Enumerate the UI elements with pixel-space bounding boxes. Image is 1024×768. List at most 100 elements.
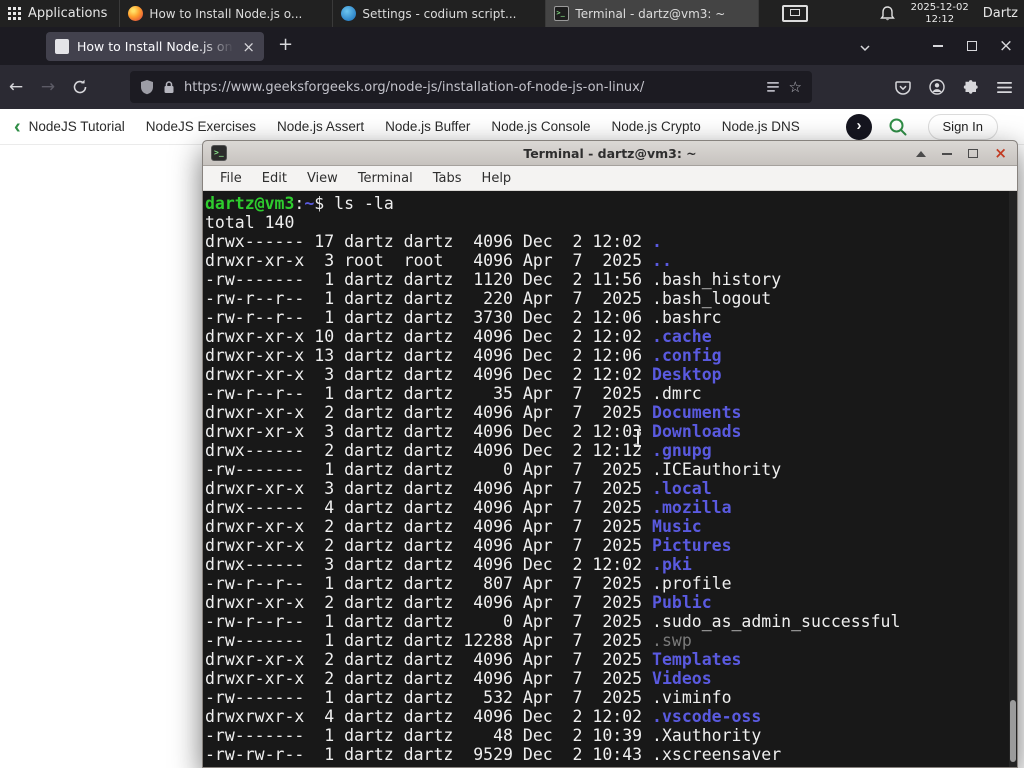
file-meta: -rw-rw-r-- 1 dartz dartz 9529 Dec 2 10:4… (205, 745, 653, 764)
terminal-menu-item[interactable]: Help (472, 171, 522, 186)
new-tab-button[interactable]: + (278, 34, 293, 55)
window-maximize-button[interactable] (958, 27, 986, 65)
terminal-window-controls: × (916, 141, 1007, 166)
file-name: Pictures (652, 536, 732, 555)
nav-scroll-left-icon[interactable]: ‹ (14, 117, 21, 137)
browser-tab[interactable]: How to Install Node.js on... × (46, 32, 264, 61)
back-button[interactable]: ← (0, 77, 32, 97)
file-name: .bashrc (652, 308, 722, 327)
terminal-menu-item[interactable]: Terminal (348, 171, 423, 186)
file-row: drwx------ 2 dartz dartz 4096 Dec 2 12:1… (205, 441, 1017, 460)
tab-close-icon[interactable]: × (242, 38, 255, 56)
terminal-output[interactable]: dartz@vm3:~$ ls -la total 140 drwx------… (203, 191, 1017, 767)
menu-hamburger-icon[interactable] (997, 81, 1012, 94)
file-row: -rw------- 1 dartz dartz 1120 Dec 2 11:5… (205, 270, 1017, 289)
window-minimize-button[interactable] (924, 27, 952, 65)
file-meta: drwxr-xr-x 13 dartz dartz 4096 Dec 2 12:… (205, 346, 653, 365)
site-nav-link[interactable]: Node.js Console (491, 119, 590, 134)
terminal-shade-button[interactable] (916, 150, 927, 157)
site-nav-link[interactable]: Node.js Assert (277, 119, 364, 134)
file-name: Music (652, 517, 702, 536)
file-name: .pki (652, 555, 692, 574)
notification-bell-icon[interactable] (879, 5, 895, 22)
file-name: Downloads (652, 422, 742, 441)
taskbar-button[interactable]: How to Install Node.js o... (120, 0, 334, 27)
site-nav-link[interactable]: Node.js DNS (722, 119, 800, 134)
file-meta: -rw-r--r-- 1 dartz dartz 220 Apr 7 2025 (205, 289, 653, 308)
file-meta: -rw-r--r-- 1 dartz dartz 35 Apr 7 2025 (205, 384, 653, 403)
reader-view-icon[interactable] (766, 80, 780, 94)
nav-scroll-right-button[interactable]: › (846, 114, 872, 140)
file-row: drwxr-xr-x 3 dartz dartz 4096 Apr 7 2025… (205, 479, 1017, 498)
file-name: Desktop (652, 365, 722, 384)
list-all-tabs-icon[interactable] (858, 40, 872, 59)
terminal-app-icon: >_ (211, 145, 227, 161)
taskbar-button[interactable]: Terminal - dartz@vm3: ~ (546, 0, 760, 27)
file-row: drwxr-xr-x 13 dartz dartz 4096 Dec 2 12:… (205, 346, 1017, 365)
applications-menu-button[interactable]: Applications (0, 0, 119, 27)
file-meta: -rw------- 1 dartz dartz 48 Dec 2 10:39 (205, 726, 653, 745)
site-nav-link[interactable]: Node.js Crypto (611, 119, 700, 134)
terminal-close-button[interactable]: × (994, 146, 1007, 161)
file-row: drwx------ 17 dartz dartz 4096 Dec 2 12:… (205, 232, 1017, 251)
applications-grid-icon (8, 7, 21, 20)
url-text[interactable]: https://www.geeksforgeeks.org/node-js/in… (184, 80, 757, 95)
command-text: $ ls -la (314, 194, 394, 213)
site-nav-link[interactable]: Node.js Buffer (385, 119, 470, 134)
terminal-scrollbar[interactable] (1009, 191, 1017, 767)
workspace-pager-icon[interactable] (781, 5, 808, 22)
search-icon[interactable] (888, 117, 908, 142)
file-meta: drwxr-xr-x 3 dartz dartz 4096 Dec 2 12:0… (205, 422, 653, 441)
terminal-titlebar[interactable]: >_ Terminal - dartz@vm3: ~ × (203, 141, 1017, 166)
lock-icon[interactable] (163, 80, 175, 94)
scrollbar-thumb[interactable] (1010, 700, 1016, 762)
terminal-maximize-button[interactable] (968, 149, 979, 158)
sign-in-button[interactable]: Sign In (927, 114, 998, 140)
file-name: . (652, 232, 662, 251)
site-nav-links: NodeJS Tutorial NodeJS Exercises Node.js A… (29, 119, 821, 134)
tracking-shield-icon[interactable] (140, 79, 154, 95)
terminal-prompt-line: dartz@vm3:~$ ls -la (205, 194, 394, 213)
file-name: Public (652, 593, 712, 612)
file-meta: drwxr-xr-x 3 dartz dartz 4096 Apr 7 2025 (205, 479, 653, 498)
file-name: .sudo_as_admin_successful (652, 612, 901, 631)
file-name: .bash_logout (652, 289, 772, 308)
terminal-menu-item[interactable]: View (297, 171, 348, 186)
navigation-toolbar: ← → https://www.geeksforgeeks.org/node-j… (0, 65, 1024, 109)
file-meta: drwxr-xr-x 2 dartz dartz 4096 Apr 7 2025 (205, 593, 653, 612)
url-bar[interactable]: https://www.geeksforgeeks.org/node-js/in… (130, 71, 812, 103)
terminal-menu-item[interactable]: Edit (252, 171, 297, 186)
tab-favicon (55, 39, 69, 54)
file-meta: -rw------- 1 dartz dartz 532 Apr 7 2025 (205, 688, 653, 707)
bookmark-star-icon[interactable]: ☆ (789, 78, 802, 96)
file-name: .mozilla (652, 498, 732, 517)
file-row: -rw------- 1 dartz dartz 48 Dec 2 10:39 … (205, 726, 1017, 745)
taskbar-window-icon (554, 6, 570, 21)
window-taskbar: How to Install Node.js o... Settings - c… (119, 0, 760, 27)
site-nav-link[interactable]: NodeJS Tutorial (29, 119, 125, 134)
terminal-minimize-button[interactable] (942, 152, 953, 155)
extensions-puzzle-icon[interactable] (963, 79, 979, 95)
terminal-menu-item[interactable]: File (210, 171, 252, 186)
file-meta: -rw------- 1 dartz dartz 0 Apr 7 2025 (205, 460, 653, 479)
account-icon[interactable] (929, 79, 945, 95)
file-meta: drwxr-xr-x 2 dartz dartz 4096 Apr 7 2025 (205, 536, 653, 555)
user-menu[interactable]: Dartz (983, 6, 1018, 21)
file-name: .vscode-oss (652, 707, 762, 726)
site-nav-link[interactable]: NodeJS Exercises (146, 119, 256, 134)
terminal-menu-item[interactable]: Tabs (423, 171, 472, 186)
terminal-menubar: File Edit View Terminal Tabs Help (203, 166, 1017, 191)
file-row: drwxr-xr-x 2 dartz dartz 4096 Apr 7 2025… (205, 517, 1017, 536)
pocket-icon[interactable] (895, 80, 911, 95)
file-row: -rw-rw-r-- 1 dartz dartz 9529 Dec 2 10:4… (205, 745, 1017, 764)
forward-button[interactable]: → (32, 77, 64, 97)
panel-clock[interactable]: 2025-12-02 12:12 (911, 2, 969, 26)
file-name: .local (652, 479, 712, 498)
reload-button[interactable] (64, 79, 96, 95)
file-meta: drwx------ 2 dartz dartz 4096 Dec 2 12:1… (205, 441, 653, 460)
file-row: drwxr-xr-x 10 dartz dartz 4096 Dec 2 12:… (205, 327, 1017, 346)
taskbar-button[interactable]: Settings - codium script... (333, 0, 547, 27)
file-name: .config (652, 346, 722, 365)
clock-time: 12:12 (925, 13, 955, 25)
window-close-button[interactable]: × (992, 27, 1020, 65)
